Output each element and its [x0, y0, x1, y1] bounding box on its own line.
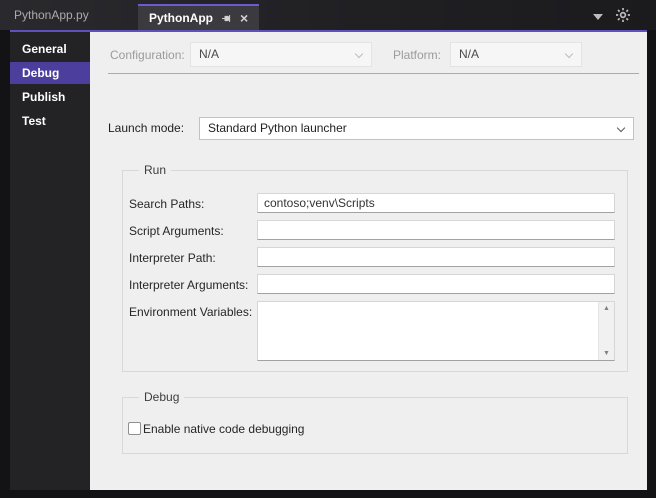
chevron-down-icon [617, 124, 625, 132]
debug-group-legend: Debug [139, 390, 184, 404]
configuration-value: N/A [199, 47, 219, 61]
platform-label: Platform: [393, 48, 441, 62]
tab-label: PythonApp.py [14, 8, 89, 22]
run-group-legend: Run [139, 163, 171, 177]
launch-mode-label: Launch mode: [108, 121, 184, 135]
sidebar-item-test[interactable]: Test [10, 110, 90, 132]
gear-icon[interactable] [615, 7, 631, 23]
tab-pythonapp-py[interactable]: PythonApp.py [0, 0, 103, 30]
enable-native-debugging-checkbox[interactable] [128, 422, 141, 435]
scroll-down-icon[interactable]: ▼ [603, 350, 610, 357]
run-group: Run Search Paths: Script Arguments: Inte… [122, 170, 628, 372]
debug-settings-panel: Configuration: N/A Platform: N/A Launch … [90, 32, 647, 490]
platform-value: N/A [459, 47, 479, 61]
config-separator [108, 73, 639, 74]
enable-native-debugging-label: Enable native code debugging [143, 422, 304, 436]
tab-list-chevron-icon[interactable] [593, 14, 603, 20]
configuration-label: Configuration: [110, 48, 185, 62]
chevron-down-icon [565, 50, 573, 58]
script-arguments-label: Script Arguments: [129, 224, 224, 238]
configuration-dropdown: N/A [190, 42, 372, 67]
environment-variables-textarea[interactable]: ▲ ▼ [257, 301, 615, 361]
debug-group: Debug Enable native code debugging [122, 397, 628, 454]
interpreter-path-label: Interpreter Path: [129, 251, 216, 265]
search-paths-label: Search Paths: [129, 197, 204, 211]
search-paths-input[interactable] [257, 193, 615, 213]
vertical-scrollbar[interactable]: ▲ ▼ [598, 302, 614, 360]
close-icon[interactable]: × [240, 11, 248, 25]
tab-strip: PythonApp.py PythonApp × [0, 0, 656, 30]
tab-pythonapp-active[interactable]: PythonApp × [138, 4, 259, 30]
pin-icon[interactable] [221, 13, 232, 24]
interpreter-path-input[interactable] [257, 247, 615, 267]
environment-variables-label: Environment Variables: [129, 305, 252, 319]
sidebar-item-publish[interactable]: Publish [10, 86, 90, 108]
properties-sidebar: General Debug Publish Test [10, 32, 90, 490]
interpreter-arguments-label: Interpreter Arguments: [129, 278, 248, 292]
sidebar-item-general[interactable]: General [10, 38, 90, 60]
interpreter-arguments-input[interactable] [257, 274, 615, 294]
launch-mode-dropdown[interactable]: Standard Python launcher [199, 117, 634, 140]
platform-dropdown: N/A [450, 42, 582, 67]
tab-label: PythonApp [149, 11, 213, 25]
chevron-down-icon [355, 50, 363, 58]
properties-document: General Debug Publish Test Configuration… [10, 30, 647, 490]
scroll-up-icon[interactable]: ▲ [603, 305, 610, 312]
launch-mode-value: Standard Python launcher [208, 121, 347, 135]
sidebar-item-debug[interactable]: Debug [10, 62, 90, 84]
script-arguments-input[interactable] [257, 220, 615, 240]
